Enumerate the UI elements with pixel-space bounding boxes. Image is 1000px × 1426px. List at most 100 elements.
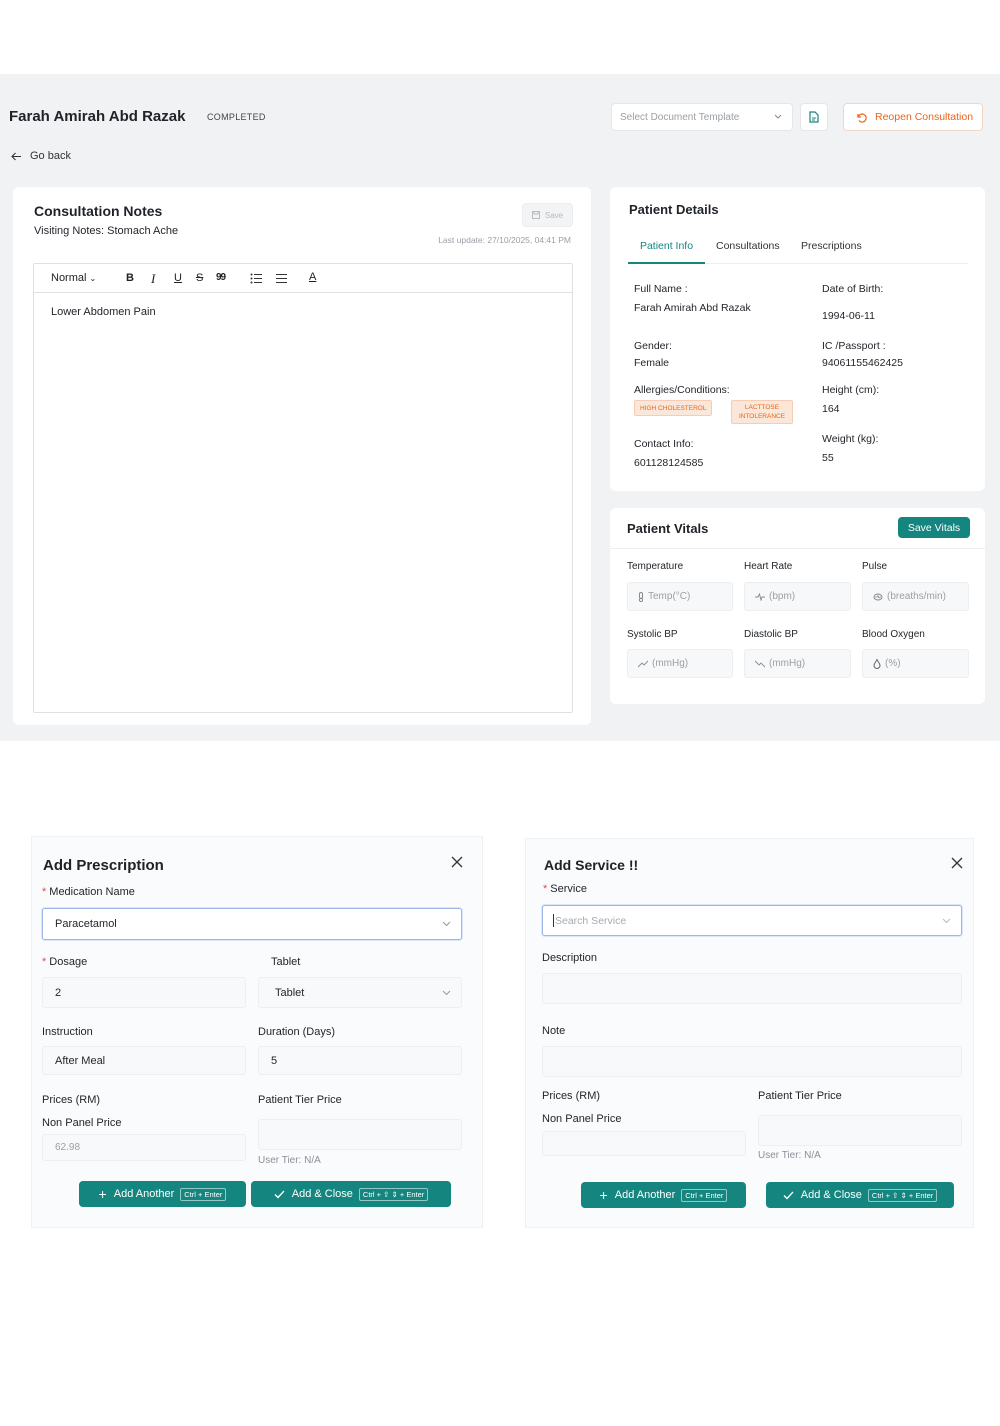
add-close-button[interactable]: Add & Close Ctrl + ⇧ ⇕ + Enter <box>766 1182 954 1208</box>
tab-consultations[interactable]: Consultations <box>716 240 780 252</box>
close-icon[interactable] <box>951 857 963 869</box>
duration-input[interactable]: 5 <box>258 1046 462 1075</box>
consultation-notes-card: Consultation Notes Visiting Notes: Stoma… <box>13 187 591 725</box>
dosage-label-text: Dosage <box>49 956 88 968</box>
non-panel-price-value: 62.98 <box>55 1142 81 1153</box>
weight-value: 55 <box>822 452 834 464</box>
note-label: Note <box>542 1025 566 1037</box>
note-input[interactable] <box>542 1046 962 1077</box>
dosage-input[interactable]: 2 <box>42 977 246 1008</box>
text-color-button[interactable]: A <box>309 271 316 283</box>
add-another-button[interactable]: + Add Another Ctrl + Enter <box>581 1182 746 1208</box>
pulse-input[interactable]: (breaths/min) <box>862 582 969 611</box>
pulse-label: Pulse <box>862 561 888 572</box>
trend-up-icon <box>638 660 648 667</box>
save-icon <box>531 211 540 219</box>
tier-price-input[interactable] <box>258 1119 462 1150</box>
medication-name-select[interactable]: Paracetamol <box>42 908 462 940</box>
non-panel-price-input[interactable] <box>542 1131 746 1156</box>
tab-prescriptions[interactable]: Prescriptions <box>801 240 862 252</box>
text-style-select[interactable]: Normal ⌄ <box>51 272 96 284</box>
add-close-label: Add & Close <box>800 1189 862 1201</box>
ordered-list-icon[interactable] <box>250 273 262 284</box>
shortcut-hint: Ctrl + ⇧ ⇕ + Enter <box>867 1188 938 1202</box>
gender-label: Gender: <box>634 340 672 352</box>
document-template-placeholder: Select Document Template <box>620 111 740 123</box>
heart-rate-label: Heart Rate <box>744 561 793 572</box>
tab-patient-info[interactable]: Patient Info <box>628 240 705 264</box>
bullet-list-icon[interactable] <box>276 273 287 284</box>
allergy-tag: LACTTOSE INTOLERANCE <box>731 400 793 424</box>
contact-label: Contact Info: <box>634 438 694 450</box>
reopen-consultation-button[interactable]: Reopen Consultation <box>843 103 983 131</box>
check-icon <box>274 1190 285 1198</box>
patient-details-card: Patient Details Patient Info Consultatio… <box>610 187 985 491</box>
temperature-input[interactable]: Temp(°C) <box>627 582 733 611</box>
patient-tabs: Patient Info Consultations Prescriptions <box>628 240 968 264</box>
full-name-label: Full Name : <box>634 283 688 295</box>
unit-select[interactable]: Tablet <box>258 977 462 1008</box>
strikethrough-button[interactable]: S <box>196 272 203 284</box>
oxygen-label: Blood Oxygen <box>862 629 925 640</box>
tier-price-input[interactable] <box>758 1115 962 1146</box>
rich-text-editor[interactable]: Normal ⌄ B I U S 99 A Lower Abdomen Pain <box>33 263 573 713</box>
patient-details-title: Patient Details <box>629 202 719 217</box>
undo-icon <box>857 112 867 123</box>
save-notes-button[interactable]: Save <box>522 203 573 227</box>
last-update: Last update: 27/10/2025, 04:41 PM <box>438 235 571 245</box>
temperature-label: Temperature <box>627 561 684 572</box>
user-tier-text: User Tier: N/A <box>758 1150 821 1161</box>
underline-button[interactable]: U <box>174 272 182 284</box>
editor-toolbar: Normal ⌄ B I U S 99 A <box>34 264 572 293</box>
consultation-notes-title: Consultation Notes <box>34 203 163 219</box>
save-vitals-button[interactable]: Save Vitals <box>898 517 970 538</box>
document-template-select[interactable]: Select Document Template <box>611 103 793 131</box>
go-back-label: Go back <box>30 150 71 162</box>
chevron-down-icon: ⌄ <box>89 274 97 283</box>
heart-rate-input[interactable]: (bpm) <box>744 582 851 611</box>
editor-content[interactable]: Lower Abdomen Pain <box>51 306 156 318</box>
ic-value: 94061155462425 <box>822 357 903 369</box>
shortcut-hint: Ctrl + Enter <box>180 1187 227 1201</box>
contact-value: 601128124585 <box>634 457 704 469</box>
consultation-page: Farah Amirah Abd Razak COMPLETED Select … <box>0 74 1000 741</box>
systolic-label: Systolic BP <box>627 629 678 640</box>
medication-name-value: Paracetamol <box>55 918 117 930</box>
blockquote-button[interactable]: 99 <box>216 272 226 283</box>
bold-button[interactable]: B <box>126 272 134 284</box>
save-notes-label: Save <box>544 210 564 220</box>
tier-price-label: Patient Tier Price <box>758 1090 842 1102</box>
service-search-select[interactable]: Search Service <box>542 905 962 936</box>
document-button[interactable] <box>800 103 828 131</box>
instruction-value: After Meal <box>55 1054 106 1067</box>
non-panel-price-label: Non Panel Price <box>542 1113 622 1125</box>
pulse-placeholder: (breaths/min) <box>887 591 946 602</box>
weight-label: Weight (kg): <box>822 433 879 445</box>
trend-down-icon <box>755 660 765 667</box>
add-close-label: Add & Close <box>291 1188 353 1200</box>
check-icon <box>783 1191 794 1199</box>
instruction-input[interactable]: After Meal <box>42 1046 246 1075</box>
close-icon[interactable] <box>451 856 463 868</box>
dosage-value: 2 <box>55 986 62 999</box>
description-input[interactable] <box>542 973 962 1004</box>
document-icon <box>809 111 819 123</box>
chevron-down-icon <box>442 990 451 996</box>
add-close-button[interactable]: Add & Close Ctrl + ⇧ ⇕ + Enter <box>251 1181 451 1207</box>
add-prescription-modal: Add Prescription * Medication Name Parace… <box>31 836 483 1228</box>
temperature-placeholder: Temp(°C) <box>648 591 691 602</box>
diastolic-input[interactable]: (mmHg) <box>744 649 851 678</box>
non-panel-price-input[interactable]: 62.98 <box>42 1134 246 1161</box>
medication-name-label-text: Medication Name <box>49 886 135 898</box>
patient-name-title: Farah Amirah Abd Razak <box>9 108 186 125</box>
patient-vitals-title: Patient Vitals <box>627 521 709 536</box>
add-another-label: Add Another <box>113 1188 175 1200</box>
service-modal-title: Add Service !! <box>544 857 639 873</box>
chevron-down-icon <box>774 114 782 119</box>
go-back-link[interactable]: Go back <box>11 150 71 162</box>
italic-button[interactable]: I <box>151 271 155 287</box>
systolic-input[interactable]: (mmHg) <box>627 649 733 678</box>
add-another-button[interactable]: + Add Another Ctrl + Enter <box>79 1181 246 1207</box>
oxygen-placeholder: (%) <box>885 658 901 669</box>
oxygen-input[interactable]: (%) <box>862 649 969 678</box>
